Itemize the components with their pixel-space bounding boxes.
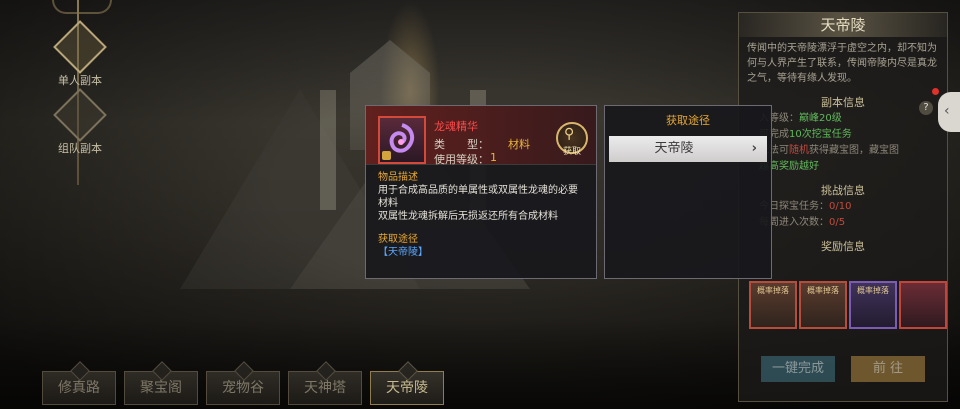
acquire-label: 获取	[562, 147, 581, 157]
item-name: 龙魂精华	[434, 120, 478, 133]
play-random: 随机	[789, 145, 809, 156]
reward-tag: 概率掉落	[757, 286, 789, 295]
acquire-tiandiling-button[interactable]: 天帝陵 ›	[609, 136, 767, 162]
help-icon[interactable]: ?	[919, 101, 933, 115]
daily-treasure-value: 0/10	[829, 201, 852, 212]
item-type-label: 类 型：	[434, 138, 489, 151]
tab-chongwugu[interactable]: 宠物谷	[206, 371, 280, 405]
reward-slot[interactable]: 概率掉落	[749, 281, 797, 329]
one-key-complete-button[interactable]: 一键完成	[761, 356, 835, 382]
reward-list: 概率掉落 概率掉落 概率掉落	[749, 281, 947, 329]
dragon-soul-item-icon	[378, 116, 426, 164]
notification-dot	[932, 88, 939, 95]
weekly-entry-value: 0/5	[829, 217, 846, 228]
side-nav-item-solo[interactable]: 单人副本	[50, 20, 110, 87]
dungeon-description: 传闻中的天帝陵漂浮于虚空之内，却不知为何与人界产生了联系，传闻帝陵内尽是真龙之气…	[747, 43, 937, 84]
item-body: 物品描述 用于合成高品质的单属性或双属性龙魂的必要材料 双属性龙魂拆解后无损返还…	[366, 165, 596, 265]
source-link[interactable]: 【天帝陵】	[378, 246, 584, 259]
acquire-title: 获取途径	[666, 114, 710, 127]
item-level-label: 使用等级：	[434, 153, 489, 166]
team-dungeon-icon	[53, 88, 107, 142]
tab-tianshenta[interactable]: 天神塔	[288, 371, 362, 405]
side-nav-label: 单人副本	[58, 74, 102, 87]
tab-tiandiling[interactable]: 天帝陵	[370, 371, 444, 405]
chevron-left-icon: ‹	[944, 103, 950, 119]
side-nav: 单人副本 组队副本	[44, 0, 116, 190]
source-title: 获取途径	[378, 234, 418, 245]
condition-value: 10次挖宝任务	[789, 129, 852, 140]
panel-title: 天帝陵	[739, 13, 947, 37]
level-value: 巅峰20级	[799, 113, 842, 124]
item-tooltip: 龙魂精华 类 型： 材料 使用等级： 1 ⚲ 获取 物品描述 用于合成高品质的单…	[365, 105, 597, 279]
solo-dungeon-icon	[53, 20, 107, 74]
item-type-value: 材料	[508, 138, 530, 151]
magnifier-icon: ⚲	[564, 126, 575, 142]
desc-line: 双属性龙魂拆解后无损返还所有合成材料	[378, 211, 558, 222]
map-tabs: 修真路 聚宝阁 宠物谷 天神塔 天帝陵	[42, 371, 444, 405]
acquire-search-button[interactable]: ⚲ 获取	[556, 122, 588, 157]
chevron-right-icon: ›	[751, 141, 757, 156]
play-rest: 获得藏宝图，藏宝图	[809, 145, 899, 156]
reward-slot[interactable]	[899, 281, 947, 329]
acquire-panel: 获取途径 天帝陵 ›	[604, 105, 772, 279]
reward-slot[interactable]: 概率掉落	[849, 281, 897, 329]
acquire-button-label: 天帝陵	[654, 141, 694, 156]
item-header: 龙魂精华 类 型： 材料 使用等级： 1 ⚲ 获取	[366, 106, 596, 166]
item-level-value: 1	[490, 151, 497, 164]
go-button[interactable]: 前 往	[851, 356, 925, 382]
desc-line: 用于合成高品质的单属性或双属性龙魂的必要材料	[378, 185, 578, 209]
tab-xiuzhenlu[interactable]: 修真路	[42, 371, 116, 405]
reward-slot[interactable]: 概率掉落	[799, 281, 847, 329]
reward-tag: 概率掉落	[857, 286, 889, 295]
lock-icon	[382, 151, 391, 160]
collapse-panel-button[interactable]: ‹	[938, 92, 960, 132]
tab-jubaoge[interactable]: 聚宝阁	[124, 371, 198, 405]
reward-tag: 概率掉落	[807, 286, 839, 295]
desc-title: 物品描述	[378, 172, 418, 183]
side-nav-item-team[interactable]: 组队副本	[50, 88, 110, 155]
side-nav-label: 组队副本	[58, 142, 102, 155]
